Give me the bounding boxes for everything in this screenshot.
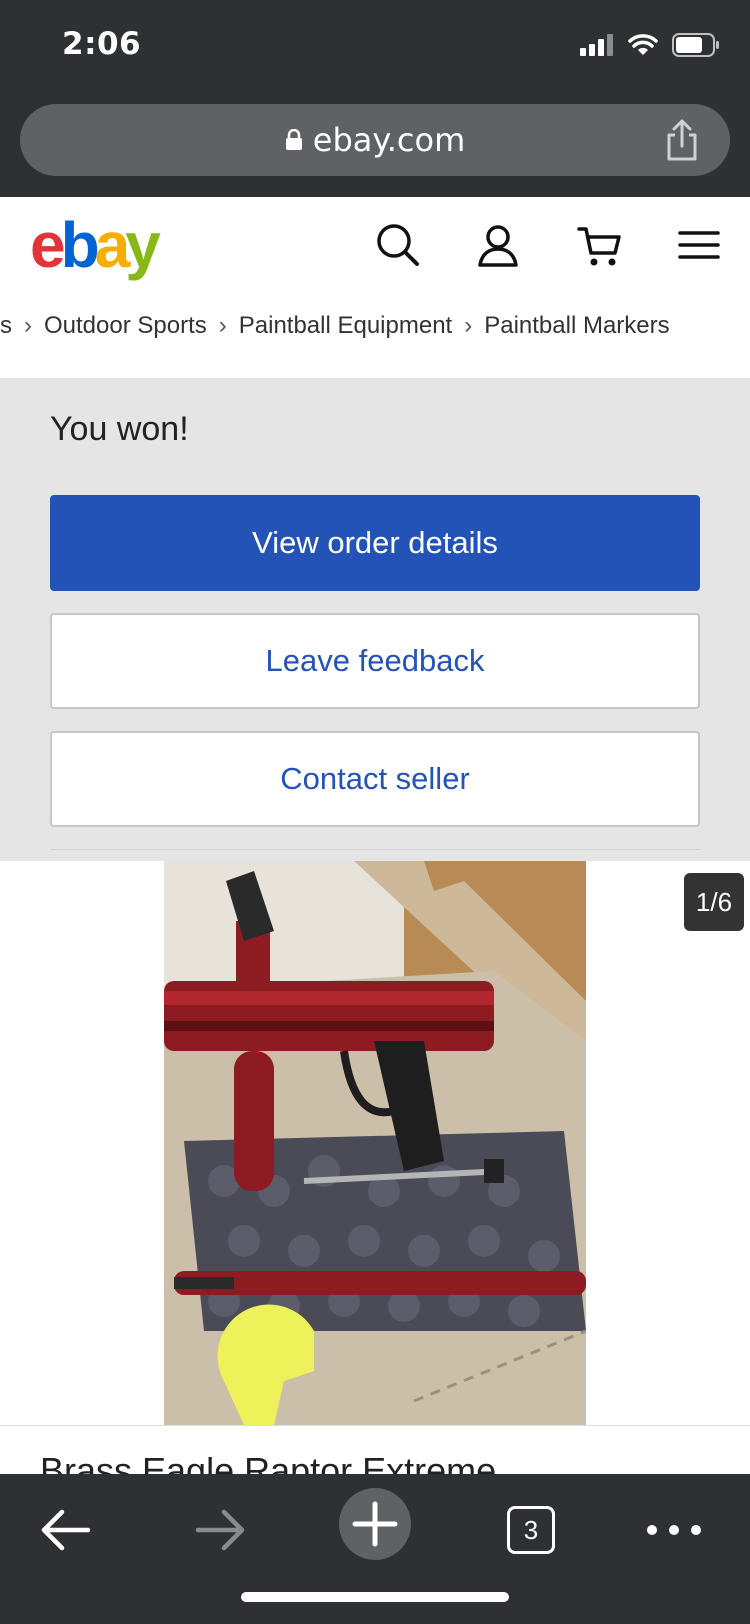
logo-letter-y: y <box>125 209 161 281</box>
cart-icon[interactable] <box>576 221 624 269</box>
signal-icon <box>580 34 613 56</box>
back-arrow-icon[interactable] <box>36 1500 96 1560</box>
contact-seller-button[interactable]: Contact seller <box>50 731 700 827</box>
breadcrumb-item[interactable]: Paintball Markers <box>484 312 669 340</box>
share-icon[interactable] <box>662 118 702 162</box>
search-icon[interactable] <box>374 221 422 269</box>
forward-arrow-icon[interactable] <box>190 1500 250 1560</box>
chevron-right-icon: › <box>218 312 227 339</box>
battery-icon <box>672 33 719 57</box>
view-order-details-button[interactable]: View order details <box>50 495 700 591</box>
user-icon[interactable] <box>474 221 522 269</box>
home-indicator <box>241 1592 509 1602</box>
wifi-icon <box>628 34 658 55</box>
lock-icon <box>285 129 302 150</box>
tabs-button[interactable]: 3 <box>507 1506 555 1554</box>
breadcrumb-item[interactable]: Outdoor Sports <box>44 312 207 340</box>
menu-icon[interactable] <box>676 221 724 269</box>
logo-letter-b: b <box>60 209 100 281</box>
new-tab-button[interactable] <box>339 1488 411 1560</box>
logo-letter-a: a <box>94 209 131 281</box>
logo-letter-e: e <box>30 209 66 281</box>
url-text: ebay.com <box>312 121 466 159</box>
breadcrumb: s › Outdoor Sports › Paintball Equipment… <box>0 300 750 352</box>
ebay-logo[interactable]: ebay <box>30 205 161 285</box>
image-counter: 1/6 <box>684 873 744 931</box>
status-icons <box>580 32 720 58</box>
breadcrumb-item[interactable]: Paintball Equipment <box>239 312 452 340</box>
leave-feedback-button[interactable]: Leave feedback <box>50 613 700 709</box>
chevron-right-icon: › <box>464 312 473 339</box>
site-header: ebay <box>0 197 750 297</box>
divider <box>0 1425 750 1426</box>
divider <box>50 849 700 850</box>
item-photo[interactable] <box>164 861 586 1425</box>
status-time: 2:06 <box>62 26 142 62</box>
image-gallery[interactable]: 1/6 <box>0 861 750 1425</box>
url-bar[interactable]: ebay.com <box>20 104 730 176</box>
breadcrumb-item[interactable]: s <box>0 312 12 340</box>
won-title: You won! <box>50 410 189 448</box>
plus-icon <box>352 1501 398 1547</box>
more-icon[interactable] <box>642 1500 706 1560</box>
chevron-right-icon: › <box>24 312 32 339</box>
won-panel: You won! View order details Leave feedba… <box>0 378 750 861</box>
browser-chrome: 2:06 ebay.com <box>0 0 750 197</box>
